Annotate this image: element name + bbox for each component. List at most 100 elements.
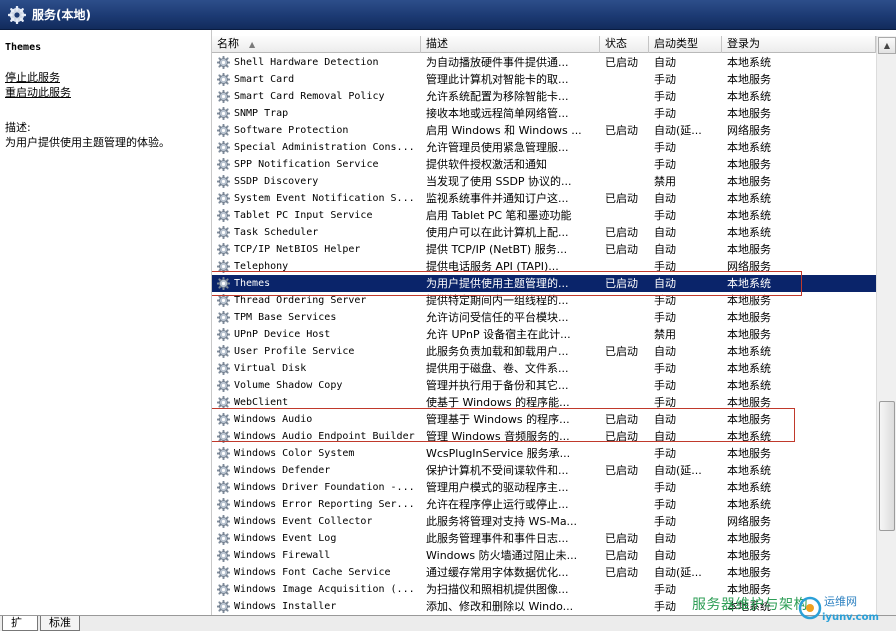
service-row[interactable]: Software Protection 启用 Windows 和 Windows …	[212, 122, 876, 139]
service-row[interactable]: SPP Notification Service 提供软件授权激活和通知 手动 本地服…	[212, 156, 876, 173]
service-name: Windows Driver Foundation -...	[234, 482, 415, 493]
service-name: TCP/IP NetBIOS Helper	[234, 244, 361, 255]
service-name: Volume Shadow Copy	[234, 380, 343, 391]
service-log-on-as: 本地系统	[727, 277, 771, 290]
service-row[interactable]: Tablet PC Input Service 启用 Tablet PC 笔和墨迹…	[212, 207, 876, 224]
service-gear-icon	[216, 599, 231, 614]
tab-standard[interactable]: 标准	[40, 616, 80, 631]
service-gear-icon	[216, 412, 231, 427]
restart-link-text[interactable]: 重启动	[5, 86, 38, 99]
service-row[interactable]: WebClient 使基于 Windows 的程序能... 手动 本地服务	[212, 394, 876, 411]
service-row[interactable]: Windows Firewall Windows 防火墙通过阻止未... 已启动 自动…	[212, 547, 876, 564]
column-header-name[interactable]: 名称 ▲	[212, 36, 421, 53]
service-name-cell: TPM Base Services	[212, 309, 421, 326]
service-row[interactable]: Windows Driver Foundation -... 管理用户模式的驱动程…	[212, 479, 876, 496]
service-row[interactable]: Volume Shadow Copy 管理并执行用于备份和其它... 手动 本地系统	[212, 377, 876, 394]
service-name: System Event Notification S...	[234, 193, 415, 204]
service-gear-icon	[216, 174, 231, 189]
vertical-scrollbar[interactable]: ▲	[876, 36, 896, 615]
column-header-status[interactable]: 状态	[600, 36, 649, 53]
service-name: Windows Font Cache Service	[234, 567, 391, 578]
service-name: Windows Defender	[234, 465, 331, 476]
column-header-log-on-as[interactable]: 登录为	[722, 36, 876, 53]
service-status	[600, 258, 649, 275]
service-row[interactable]: Windows Event Log 此服务管理事件和事件日志... 已启动 自动 本地服…	[212, 530, 876, 547]
service-row[interactable]: Special Administration Cons... 允许管理员使用紧急管…	[212, 139, 876, 156]
service-row[interactable]: Windows Font Cache Service 通过缓存常用字体数据优化..…	[212, 564, 876, 581]
service-row[interactable]: User Profile Service 此服务负责加载和卸载用户... 已启动 自动…	[212, 343, 876, 360]
service-name: Task Scheduler	[234, 227, 319, 238]
service-log-on-as: 本地服务	[727, 73, 771, 86]
service-status: 已启动	[605, 345, 638, 358]
service-row[interactable]: TCP/IP NetBIOS Helper 提供 TCP/IP (NetBT) 服…	[212, 241, 876, 258]
service-row[interactable]: System Event Notification S... 监视系统事件并通知订…	[212, 190, 876, 207]
service-row[interactable]: Telephony 提供电话服务 API (TAPI)... 手动 网络服务	[212, 258, 876, 275]
service-row[interactable]: Windows Defender 保护计算机不受间谍软件和... 已启动 自动(延..…	[212, 462, 876, 479]
service-description: 添加、修改和删除以 Windo...	[426, 600, 574, 613]
column-header-description[interactable]: 描述	[421, 36, 600, 53]
column-header-name-label: 名称	[217, 37, 239, 50]
service-name: Special Administration Cons...	[234, 142, 415, 153]
service-row[interactable]: Windows Event Collector 此服务将管理对支持 WS-Ma..…	[212, 513, 876, 530]
service-description: 提供软件授权激活和通知	[426, 158, 547, 171]
service-name: SSDP Discovery	[234, 176, 319, 187]
service-gear-icon	[216, 463, 231, 478]
service-name: Windows Audio Endpoint Builder	[234, 431, 415, 442]
service-row[interactable]: Windows Error Reporting Ser... 允许在程序停止运行或…	[212, 496, 876, 513]
service-row[interactable]: Virtual Disk 提供用于磁盘、卷、文件系... 手动 本地系统	[212, 360, 876, 377]
service-log-on-as: 本地系统	[727, 141, 771, 154]
service-startup-type: 手动	[654, 583, 676, 596]
service-name-cell: Smart Card Removal Policy	[212, 88, 421, 105]
service-description: 使用户可以在此计算机上配...	[426, 226, 569, 239]
service-row[interactable]: SNMP Trap 接收本地或远程简单网络管... 手动 本地服务	[212, 105, 876, 122]
service-row[interactable]: SSDP Discovery 当发现了使用 SSDP 协议的... 禁用 本地服务	[212, 173, 876, 190]
service-description: 接收本地或远程简单网络管...	[426, 107, 569, 120]
service-name: WebClient	[234, 397, 289, 408]
service-name-cell: Windows Driver Foundation -...	[212, 479, 421, 496]
service-startup-type: 自动	[654, 277, 676, 290]
service-log-on-as: 网络服务	[727, 515, 771, 528]
column-header-startup-type[interactable]: 启动类型	[649, 36, 722, 53]
stop-service-link[interactable]: 停止此服务	[5, 70, 206, 85]
service-description: 提供特定期间内一组线程的...	[426, 294, 569, 307]
service-row[interactable]: Task Scheduler 使用户可以在此计算机上配... 已启动 自动 本地系统	[212, 224, 876, 241]
service-row[interactable]: Themes 为用户提供使用主题管理的... 已启动 自动 本地系统	[212, 275, 876, 292]
service-startup-type: 禁用	[654, 328, 676, 341]
service-name-cell: Windows Font Cache Service	[212, 564, 421, 581]
service-row[interactable]: Windows Installer 添加、修改和删除以 Windo... 手动 本地系…	[212, 598, 876, 615]
list-header: 名称 ▲ 描述 状态 启动类型 登录为	[212, 36, 876, 53]
service-row[interactable]: Windows Audio 管理基于 Windows 的程序... 已启动 自动 本地服…	[212, 411, 876, 428]
service-startup-type: 手动	[654, 379, 676, 392]
restart-service-link[interactable]: 重启动此服务	[5, 85, 206, 100]
service-gear-icon	[216, 565, 231, 580]
service-row[interactable]: Windows Audio Endpoint Builder 管理 Windows…	[212, 428, 876, 445]
service-row[interactable]: Thread Ordering Server 提供特定期间内一组线程的... 手动 本…	[212, 292, 876, 309]
service-startup-type: 自动	[654, 549, 676, 562]
scroll-up-button[interactable]: ▲	[878, 37, 896, 54]
service-startup-type: 手动	[654, 294, 676, 307]
view-tabs: 扩展 标准	[0, 615, 896, 631]
service-description: 允许系统配置为移除智能卡...	[426, 90, 569, 103]
service-gear-icon	[216, 276, 231, 291]
stop-link-text[interactable]: 停止	[5, 71, 27, 84]
service-name-cell: UPnP Device Host	[212, 326, 421, 343]
service-name-cell: Volume Shadow Copy	[212, 377, 421, 394]
service-log-on-as: 本地服务	[727, 328, 771, 341]
service-name-cell: SPP Notification Service	[212, 156, 421, 173]
service-name-cell: User Profile Service	[212, 343, 421, 360]
service-status: 已启动	[605, 549, 638, 562]
service-description: 通过缓存常用字体数据优化...	[426, 566, 569, 579]
description-label: 描述:	[5, 121, 31, 134]
tab-extended[interactable]: 扩展	[2, 616, 38, 631]
service-row[interactable]: UPnP Device Host 允许 UPnP 设备宿主在此计... 禁用 本地服务	[212, 326, 876, 343]
service-name: Virtual Disk	[234, 363, 307, 374]
service-row[interactable]: Windows Color System WcsPlugInService 服务承…	[212, 445, 876, 462]
service-row[interactable]: Shell Hardware Detection 为自动播放硬件事件提供通... 已…	[212, 54, 876, 71]
service-row[interactable]: Windows Image Acquisition (... 为扫描仪和照相机提供…	[212, 581, 876, 598]
restart-link-suffix: 此服务	[38, 86, 71, 99]
services-list[interactable]: 名称 ▲ 描述 状态 启动类型 登录为 Shell Hardware Detect…	[212, 36, 876, 615]
service-row[interactable]: Smart Card 管理此计算机对智能卡的取... 手动 本地服务	[212, 71, 876, 88]
scrollbar-thumb[interactable]	[879, 401, 895, 531]
service-row[interactable]: TPM Base Services 允许访问受信任的平台模块... 手动 本地服务	[212, 309, 876, 326]
service-row[interactable]: Smart Card Removal Policy 允许系统配置为移除智能卡...…	[212, 88, 876, 105]
